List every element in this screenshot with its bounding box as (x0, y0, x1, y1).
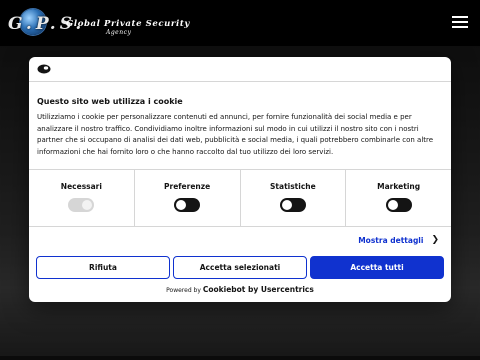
logo-company-sub: Agency (106, 29, 132, 36)
accept-selected-button[interactable]: Accetta selezionati (173, 256, 307, 279)
category-statistiche: Statistiche (241, 170, 347, 226)
cookie-consent-dialog: Questo sito web utilizza i cookie Utiliz… (29, 57, 451, 302)
dialog-body-text: Utilizziamo i cookie per personalizzare … (37, 113, 434, 156)
powered-by: Powered by Cookiebot by Usercentrics (29, 285, 451, 294)
dialog-header (29, 57, 451, 82)
category-label: Statistiche (270, 182, 316, 191)
consent-categories: Necessari Preferenze Statistiche Marketi… (29, 169, 451, 227)
page-bottom-strip (0, 356, 480, 360)
reject-button[interactable]: Rifiuta (36, 256, 170, 279)
category-label: Preferenze (164, 182, 211, 191)
logo-company-name[interactable]: Global Private Security (66, 19, 190, 29)
show-details-label: Mostra dettagli (358, 235, 424, 245)
site-header: G.P.S. Global Private Security Agency (0, 0, 480, 46)
show-details-link[interactable]: Mostra dettagli ❯ (358, 235, 439, 245)
toggle-marketing[interactable] (385, 198, 412, 212)
category-preferenze: Preferenze (135, 170, 241, 226)
chevron-right-icon: ❯ (431, 235, 439, 245)
cookiebot-brand-link[interactable]: Cookiebot by Usercentrics (203, 285, 314, 294)
toggle-preferenze[interactable] (174, 198, 201, 212)
category-label: Necessari (60, 182, 102, 191)
powered-by-prefix: Powered by (166, 287, 201, 294)
dialog-title: Questo sito web utilizza i cookie (37, 97, 183, 106)
accept-all-button[interactable]: Accetta tutti (310, 256, 444, 279)
menu-hamburger-icon[interactable] (452, 16, 468, 28)
toggle-statistiche[interactable] (279, 198, 306, 212)
category-label: Marketing (377, 182, 421, 191)
category-marketing: Marketing (346, 170, 451, 226)
cookiebot-logo-icon (37, 64, 51, 74)
toggle-necessari (68, 198, 95, 212)
category-necessari: Necessari (29, 170, 135, 226)
